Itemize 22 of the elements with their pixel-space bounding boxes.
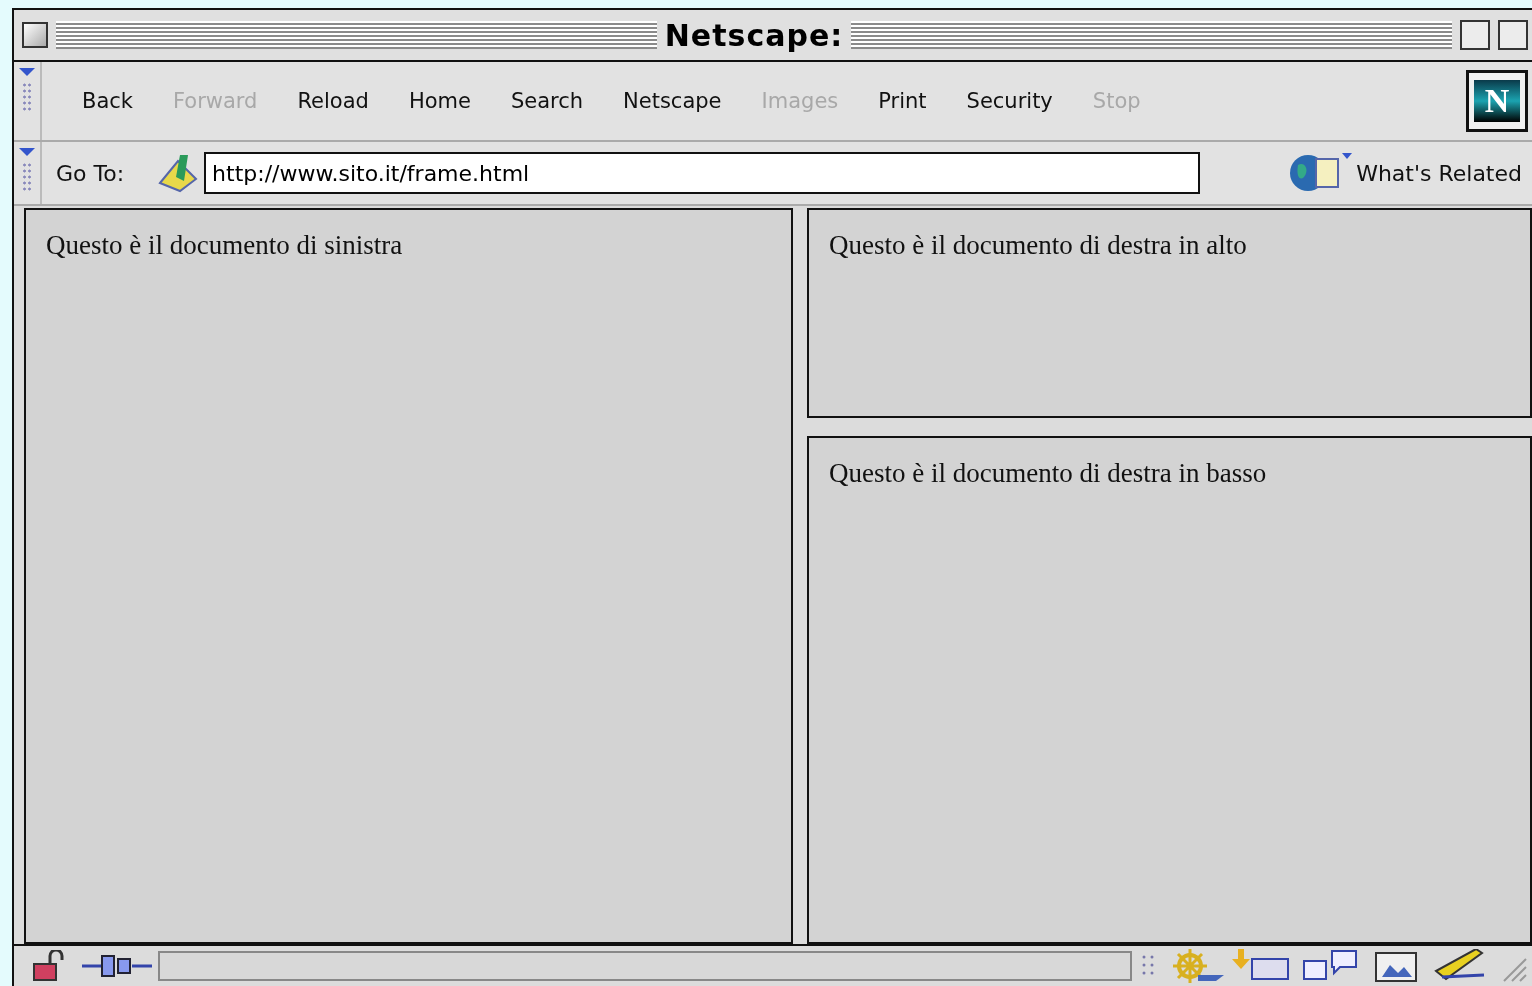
toolbar-button[interactable]: Home xyxy=(408,89,471,113)
zoom-box[interactable] xyxy=(1460,20,1490,50)
toolbar-button[interactable]: Security xyxy=(966,89,1053,113)
window-title: Netscape: xyxy=(664,17,844,53)
toolbar-button[interactable]: Back xyxy=(82,89,133,113)
close-box[interactable] xyxy=(22,22,48,48)
grip-dots-icon[interactable] xyxy=(22,162,32,192)
toolbar-button[interactable]: Netscape xyxy=(623,89,722,113)
document-text: Questo è il documento di destra in basso xyxy=(829,458,1268,489)
browser-logo: N xyxy=(1466,70,1528,132)
grip-dots-icon[interactable] xyxy=(22,82,32,112)
location-label: Go To: xyxy=(56,160,125,186)
toolbar-button[interactable]: Reload xyxy=(297,89,369,113)
collapse-arrow-icon[interactable] xyxy=(19,148,35,156)
url-field[interactable]: http://www.sito.it/frame.html xyxy=(204,152,1201,194)
toolbar-button[interactable]: Search xyxy=(510,89,584,113)
collapse-box[interactable] xyxy=(1498,20,1528,50)
toolbar-button[interactable]: Print xyxy=(878,89,927,113)
whats-related-button[interactable]: What's Related xyxy=(1288,151,1532,195)
document-text: Questo è il documento di destra in alto xyxy=(829,230,1248,261)
document-text: Questo è il documento di sinistra xyxy=(46,230,404,261)
collapse-arrow-icon[interactable] xyxy=(19,68,35,76)
